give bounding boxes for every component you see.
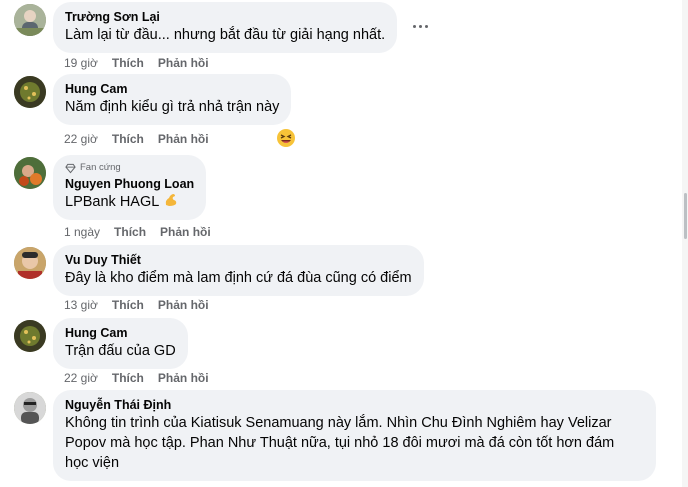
avatar[interactable] [14, 320, 46, 352]
more-options-button[interactable] [410, 16, 430, 36]
avatar[interactable] [14, 157, 46, 189]
comment-time[interactable]: 19 giờ [64, 56, 98, 70]
comment-bubble: Trường Sơn Lại Làm lại từ đầu... nhưng b… [53, 2, 398, 53]
avatar[interactable] [14, 392, 46, 424]
comment-meta: 22 giờ Thích Phản hồi [64, 371, 209, 385]
comment-text: Trận đấu của GD [65, 343, 176, 359]
comment-time[interactable]: 13 giờ [64, 298, 98, 312]
reply-button[interactable]: Phản hồi [160, 225, 211, 239]
comment-meta: 19 giờ Thích Phản hồi [64, 56, 209, 70]
like-button[interactable]: Thích [112, 132, 144, 146]
avatar[interactable] [14, 4, 46, 36]
comment-text-line: Không tin trình của Kiatisuk Senamuang n… [65, 415, 612, 431]
avatar[interactable] [14, 76, 46, 108]
comment-meta: 13 giờ Thích Phản hồi [64, 298, 209, 312]
like-button[interactable]: Thích [112, 298, 144, 312]
reply-button[interactable]: Phản hồi [158, 371, 209, 385]
comment-text: Năm định kiểu gì trả nhả trận này [65, 99, 280, 115]
scrollbar-thumb[interactable] [684, 193, 687, 239]
comment-bubble: Hung Cam Trận đấu của GD [53, 318, 188, 369]
comment-author[interactable]: Nguyen Phuong Loan [65, 176, 194, 192]
comment-text-content: LPBank HAGL [65, 194, 159, 210]
comment-author[interactable]: Hung Cam [65, 81, 279, 97]
comment-author[interactable]: Hung Cam [65, 325, 176, 341]
avatar[interactable] [14, 247, 46, 279]
comment-bubble: Fan cứng Nguyen Phuong Loan LPBank HAGL [53, 155, 207, 220]
comment-text-line: Popov mà học tập. Phan Như Thuật nữa, tụ… [65, 435, 615, 451]
reply-button[interactable]: Phản hồi [158, 56, 209, 70]
like-button[interactable]: Thích [114, 225, 146, 239]
comment-time[interactable]: 22 giờ [64, 132, 98, 146]
diamond-icon [65, 163, 76, 173]
comment-text: Đây là kho điểm mà lam định cứ đá đùa cũ… [65, 270, 412, 286]
comment-meta: 1 ngày Thích Phản hồi [64, 225, 211, 239]
comment-time[interactable]: 1 ngày [64, 225, 100, 239]
comment-text: LPBank HAGL [65, 192, 194, 212]
comment-time[interactable]: 22 giờ [64, 371, 98, 385]
comment-author[interactable]: Vu Duy Thiết [65, 252, 412, 268]
top-fan-badge: Fan cứng [65, 162, 194, 174]
grinning-squint-emoji-icon[interactable] [276, 128, 296, 148]
comment-author[interactable]: Nguyễn Thái Định [65, 397, 644, 413]
more-horizontal-icon [412, 24, 416, 28]
comment-bubble: Nguyễn Thái Định Không tin trình của Kia… [53, 390, 656, 481]
flexed-biceps-emoji-icon [165, 194, 177, 206]
comment-author[interactable]: Trường Sơn Lại [65, 9, 385, 25]
like-button[interactable]: Thích [112, 56, 144, 70]
comment-text-line: học viện [65, 455, 120, 471]
comment-bubble: Hung Cam Năm định kiểu gì trả nhả trận n… [53, 74, 292, 125]
comment-bubble: Vu Duy Thiết Đây là kho điểm mà lam định… [53, 245, 424, 296]
reply-button[interactable]: Phản hồi [158, 132, 209, 146]
scrollbar-track[interactable] [682, 0, 688, 487]
badge-label: Fan cứng [80, 162, 121, 173]
comment-meta: 22 giờ Thích Phản hồi [64, 132, 209, 146]
like-button[interactable]: Thích [112, 371, 144, 385]
reply-button[interactable]: Phản hồi [158, 298, 209, 312]
comment-text: Làm lại từ đầu... nhưng bắt đầu từ giải … [65, 27, 386, 43]
